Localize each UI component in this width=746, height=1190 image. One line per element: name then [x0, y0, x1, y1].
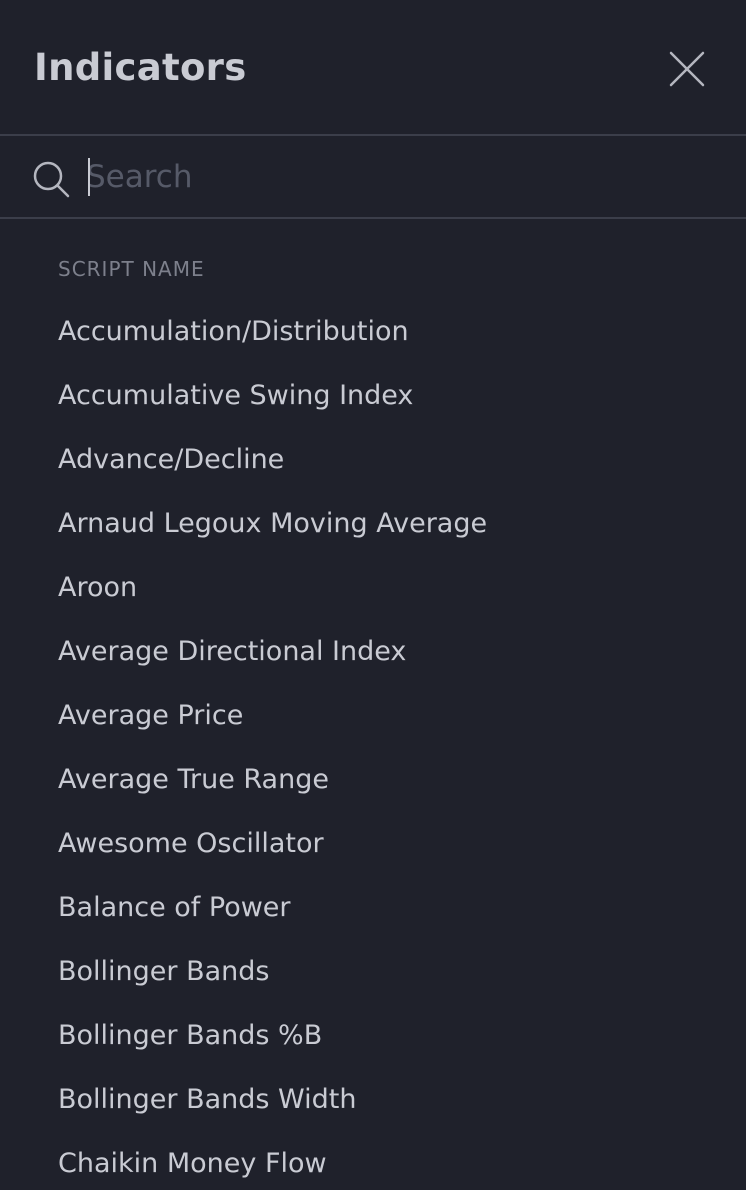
list-item[interactable]: Bollinger Bands %B: [0, 1004, 746, 1068]
list-item[interactable]: Arnaud Legoux Moving Average: [0, 492, 746, 556]
list-item[interactable]: Average True Range: [0, 748, 746, 812]
text-cursor: [88, 158, 90, 196]
list-item[interactable]: Balance of Power: [0, 876, 746, 940]
search-bar: [0, 136, 746, 219]
list-item[interactable]: Bollinger Bands: [0, 940, 746, 1004]
close-icon: [669, 51, 705, 87]
list-item[interactable]: Average Directional Index: [0, 620, 746, 684]
indicators-panel: Indicators SCRIPT NAME Accumulation/Dist…: [0, 0, 746, 1190]
close-button[interactable]: [664, 46, 710, 92]
list-item[interactable]: Advance/Decline: [0, 428, 746, 492]
indicator-list: Accumulation/Distribution Accumulative Sw…: [0, 300, 746, 1190]
list-item[interactable]: Accumulative Swing Index: [0, 364, 746, 428]
list-item[interactable]: Average Price: [0, 684, 746, 748]
list-item[interactable]: Chaikin Money Flow: [0, 1132, 746, 1190]
panel-header: Indicators: [0, 0, 746, 136]
list-item[interactable]: Aroon: [0, 556, 746, 620]
list-item[interactable]: Accumulation/Distribution: [0, 300, 746, 364]
section-label: SCRIPT NAME: [58, 257, 205, 281]
panel-title: Indicators: [34, 46, 247, 89]
list-item[interactable]: Bollinger Bands Width: [0, 1068, 746, 1132]
search-input[interactable]: [86, 152, 706, 202]
search-icon: [33, 161, 70, 198]
list-item[interactable]: Awesome Oscillator: [0, 812, 746, 876]
